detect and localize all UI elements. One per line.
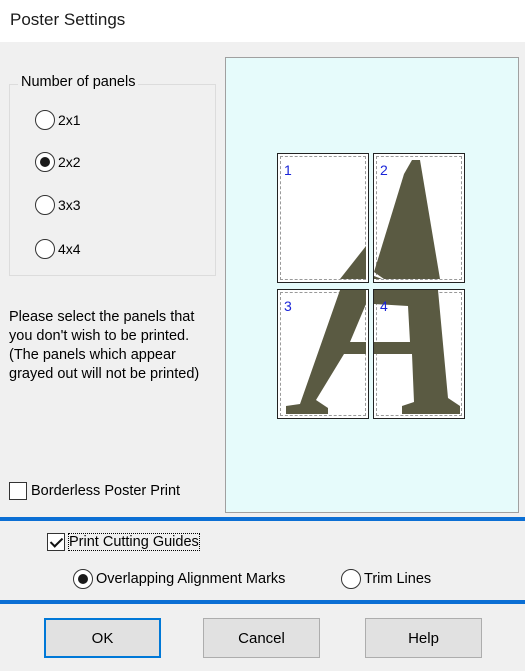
radio-2x1-indicator[interactable] xyxy=(35,110,55,130)
highlight-line-top xyxy=(0,517,525,521)
radio-overlapping-alignment-marks[interactable]: Overlapping Alignment Marks xyxy=(73,569,285,589)
radio-3x3-label: 3x3 xyxy=(58,197,81,213)
panel-1[interactable]: 1 xyxy=(277,153,369,283)
panel-4[interactable]: 4 xyxy=(373,289,465,419)
highlight-line-bottom xyxy=(0,600,525,604)
radio-2x1[interactable]: 2x1 xyxy=(35,110,81,130)
borderless-label: Borderless Poster Print xyxy=(31,483,181,499)
radio-2x2-indicator[interactable] xyxy=(35,152,55,172)
radio-3x3-indicator[interactable] xyxy=(35,195,55,215)
borderless-poster-print[interactable]: Borderless Poster Print xyxy=(9,482,180,500)
panel-2-number: 2 xyxy=(380,162,388,178)
poster-preview: 1 2 3 4 xyxy=(225,57,519,513)
cutting-guides-checkbox[interactable] xyxy=(47,533,65,551)
trim-lines-indicator[interactable] xyxy=(341,569,361,589)
radio-2x1-label: 2x1 xyxy=(58,112,81,128)
panel-3-number: 3 xyxy=(284,298,292,314)
radio-4x4-indicator[interactable] xyxy=(35,239,55,259)
cancel-button[interactable]: Cancel xyxy=(203,618,320,658)
radio-4x4[interactable]: 4x4 xyxy=(35,239,81,259)
panel-4-number: 4 xyxy=(380,298,388,314)
dialog-title: Poster Settings xyxy=(10,10,126,29)
overlapping-alignment-marks-label: Overlapping Alignment Marks xyxy=(96,571,286,587)
panel-2[interactable]: 2 xyxy=(373,153,465,283)
radio-3x3[interactable]: 3x3 xyxy=(35,195,81,215)
print-cutting-guides[interactable]: Print Cutting Guides xyxy=(47,533,200,551)
title-bar: Poster Settings xyxy=(0,0,525,42)
ok-button[interactable]: OK xyxy=(44,618,161,658)
radio-trim-lines[interactable]: Trim Lines xyxy=(341,569,431,589)
radio-4x4-label: 4x4 xyxy=(58,241,81,257)
cutting-guides-label: Print Cutting Guides xyxy=(68,533,200,551)
help-button[interactable]: Help xyxy=(365,618,482,658)
overlapping-alignment-marks-indicator[interactable] xyxy=(73,569,93,589)
number-of-panels-label: Number of panels xyxy=(18,74,139,90)
radio-2x2[interactable]: 2x2 xyxy=(35,152,81,172)
borderless-checkbox[interactable] xyxy=(9,482,27,500)
panel-1-number: 1 xyxy=(284,162,292,178)
instructions-text: Please select the panels that you don't … xyxy=(9,309,200,382)
panel-3[interactable]: 3 xyxy=(277,289,369,419)
radio-2x2-label: 2x2 xyxy=(58,154,81,170)
trim-lines-label: Trim Lines xyxy=(364,571,432,587)
